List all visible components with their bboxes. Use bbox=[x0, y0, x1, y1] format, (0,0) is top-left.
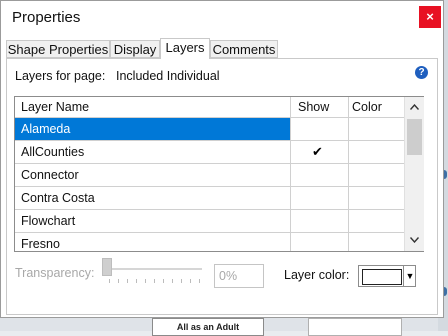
close-button[interactable]: × bbox=[419, 6, 441, 28]
table-row[interactable]: Alameda bbox=[15, 118, 404, 141]
layers-for-page-value: Included Individual bbox=[116, 69, 220, 83]
layer-name: Contra Costa bbox=[21, 191, 95, 205]
tab-shape-properties[interactable]: Shape Properties bbox=[6, 40, 110, 58]
header-divider bbox=[15, 117, 404, 118]
layer-name: Flowchart bbox=[21, 214, 76, 228]
color-swatch bbox=[362, 269, 402, 285]
layer-color-label: Layer color: bbox=[284, 268, 350, 282]
transparency-value-field[interactable]: 0% bbox=[214, 264, 264, 288]
show-check-icon[interactable]: ✔ bbox=[312, 141, 323, 163]
column-header-color[interactable]: Color bbox=[352, 97, 382, 117]
scroll-thumb[interactable] bbox=[407, 119, 422, 155]
table-row[interactable]: Fresno bbox=[15, 233, 404, 256]
background-shape bbox=[308, 318, 402, 336]
tab-comments[interactable]: Comments bbox=[210, 40, 278, 58]
chevron-down-icon[interactable]: ▼ bbox=[403, 266, 416, 286]
table-row[interactable]: Connector bbox=[15, 164, 404, 187]
transparency-label: Transparency: bbox=[15, 266, 95, 280]
layer-name: Connector bbox=[21, 168, 79, 182]
tab-layers[interactable]: Layers bbox=[160, 38, 210, 59]
column-header-layer-name[interactable]: Layer Name bbox=[21, 97, 89, 117]
transparency-slider-track[interactable] bbox=[104, 268, 202, 270]
column-divider bbox=[290, 97, 291, 251]
layer-name: Alameda bbox=[21, 122, 71, 136]
tab-display[interactable]: Display bbox=[110, 40, 160, 58]
layer-color-picker[interactable]: ▼ bbox=[358, 265, 416, 287]
background-shape: All as an Adult bbox=[152, 318, 264, 336]
column-header-show[interactable]: Show bbox=[298, 97, 329, 117]
table-row[interactable]: AllCounties ✔ bbox=[15, 141, 404, 164]
layer-name: AllCounties bbox=[21, 145, 85, 159]
dialog-title: Properties bbox=[12, 9, 81, 26]
scroll-up-icon[interactable] bbox=[405, 99, 424, 116]
slider-ticks bbox=[109, 279, 202, 283]
layers-table: Layer Name Show Color Alameda AllCountie… bbox=[14, 96, 424, 252]
layers-for-page-label: Layers for page: bbox=[15, 69, 106, 83]
column-divider bbox=[348, 97, 349, 251]
table-row[interactable]: Contra Costa bbox=[15, 187, 404, 210]
vertical-scrollbar[interactable] bbox=[404, 97, 424, 251]
transparency-slider-thumb[interactable] bbox=[102, 258, 112, 276]
scroll-down-icon[interactable] bbox=[405, 232, 424, 249]
help-icon[interactable]: ? bbox=[415, 66, 428, 79]
layer-name: Fresno bbox=[21, 237, 60, 251]
table-row[interactable]: Flowchart bbox=[15, 210, 404, 233]
